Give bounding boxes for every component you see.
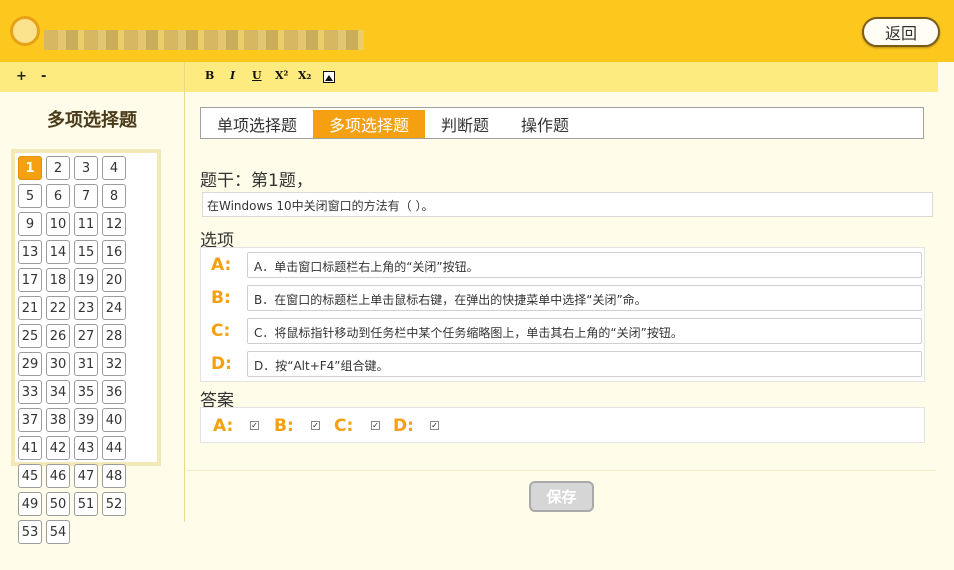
question-number-cell[interactable]: 43	[74, 436, 98, 460]
question-number-cell[interactable]: 45	[18, 464, 42, 488]
question-number-cell[interactable]: 1	[18, 156, 42, 180]
tab-question-type[interactable]: 多项选择题	[313, 110, 426, 138]
save-button[interactable]: 保存	[529, 481, 594, 512]
answer-letter: A:	[213, 416, 234, 436]
option-input[interactable]: D．按“Alt+F4”组合键。	[247, 351, 922, 377]
tab-question-type[interactable]: 操作题	[505, 110, 585, 138]
question-number-cell[interactable]: 21	[18, 296, 42, 320]
answer-checkbox[interactable]: ✓	[311, 421, 320, 430]
stem-label: 题干：第1题，	[200, 171, 313, 191]
question-type-tabs: 单项选择题 多项选择题 判断题 操作题	[200, 107, 924, 139]
question-number-cell[interactable]: 14	[46, 240, 70, 264]
option-letter: A:	[211, 255, 232, 275]
options-panel: A: A．单击窗口标题栏右上角的“关闭”按钮。 B: B．在窗口的标题栏上单击鼠标右键…	[200, 247, 925, 382]
italic-button[interactable]: I	[230, 69, 235, 85]
sidebar-divider	[184, 62, 185, 522]
tab-question-type[interactable]: 判断题	[425, 110, 505, 138]
question-number-cell[interactable]: 4	[102, 156, 126, 180]
option-letter: D:	[211, 354, 232, 374]
question-number-cell[interactable]: 42	[46, 436, 70, 460]
question-number-cell[interactable]: 53	[18, 520, 42, 544]
question-number-cell[interactable]: 10	[46, 212, 70, 236]
question-number-cell[interactable]: 49	[18, 492, 42, 516]
question-number-cell[interactable]: 50	[46, 492, 70, 516]
option-letter: C:	[211, 321, 231, 341]
question-number-cell[interactable]: 31	[74, 352, 98, 376]
question-number-cell[interactable]: 40	[102, 408, 126, 432]
question-number-cell[interactable]: 52	[102, 492, 126, 516]
answer-letter: C:	[334, 416, 354, 436]
question-number-cell[interactable]: 32	[102, 352, 126, 376]
question-number-cell[interactable]: 11	[74, 212, 98, 236]
question-number-cell[interactable]: 3	[74, 156, 98, 180]
option-letter: B:	[211, 288, 231, 308]
question-number-cell[interactable]: 7	[74, 184, 98, 208]
bold-button[interactable]: B	[205, 69, 214, 85]
question-number-cell[interactable]: 34	[46, 380, 70, 404]
underline-button[interactable]: U	[252, 69, 262, 85]
question-number-cell[interactable]: 15	[74, 240, 98, 264]
question-number-cell[interactable]: 41	[18, 436, 42, 460]
question-number-grid: 1 2 3 4 5 6 7 8 9 10 11 12 13 14 15 16 17 18 19 20 21 22 23 24 2…	[11, 149, 161, 544]
question-number-cell[interactable]: 22	[46, 296, 70, 320]
header-bar: 返回	[0, 0, 954, 62]
question-number-cell[interactable]: 19	[74, 268, 98, 292]
question-number-cell[interactable]: 23	[74, 296, 98, 320]
footer-divider	[186, 470, 936, 471]
question-number-cell[interactable]: 18	[46, 268, 70, 292]
question-number-cell[interactable]: 25	[18, 324, 42, 348]
question-number-cell[interactable]: 20	[102, 268, 126, 292]
question-number-cell[interactable]: 2	[46, 156, 70, 180]
question-number-cell[interactable]: 9	[18, 212, 42, 236]
subscript-button[interactable]: X₂	[298, 69, 311, 85]
answer-checkbox[interactable]: ✓	[371, 421, 380, 430]
question-number-cell[interactable]: 35	[74, 380, 98, 404]
question-number-cell[interactable]: 28	[102, 324, 126, 348]
question-number-cell[interactable]: 16	[102, 240, 126, 264]
answer-checkbox[interactable]: ✓	[250, 421, 259, 430]
question-number-cell[interactable]: 30	[46, 352, 70, 376]
insert-image-icon[interactable]	[323, 71, 335, 83]
answer-checkbox[interactable]: ✓	[430, 421, 439, 430]
question-number-cell[interactable]: 13	[18, 240, 42, 264]
question-number-cell[interactable]: 46	[46, 464, 70, 488]
question-number-cell[interactable]: 6	[46, 184, 70, 208]
question-number-cell[interactable]: 39	[74, 408, 98, 432]
question-number-cell[interactable]: 54	[46, 520, 70, 544]
superscript-button[interactable]: X²	[275, 69, 288, 85]
back-button[interactable]: 返回	[862, 17, 940, 47]
app-logo	[4, 16, 42, 50]
zoom-out-button[interactable]: -	[41, 69, 46, 84]
question-number-cell[interactable]: 36	[102, 380, 126, 404]
editor-toolbar: + -	[0, 62, 938, 92]
tab-question-type[interactable]: 单项选择题	[201, 110, 313, 138]
question-number-cell[interactable]: 12	[102, 212, 126, 236]
question-number-cell[interactable]: 29	[18, 352, 42, 376]
blurred-app-title	[44, 30, 364, 50]
option-input[interactable]: C．将鼠标指针移动到任务栏中某个任务缩略图上，单击其右上角的“关闭”按钮。	[247, 318, 922, 344]
answer-letter: D:	[393, 416, 414, 436]
question-number-cell[interactable]: 44	[102, 436, 126, 460]
zoom-in-button[interactable]: +	[16, 69, 27, 84]
question-number-cell[interactable]: 24	[102, 296, 126, 320]
question-number-cell[interactable]: 17	[18, 268, 42, 292]
question-number-cell[interactable]: 5	[18, 184, 42, 208]
answer-panel: A: ✓ B: ✓ C: ✓ D: ✓	[200, 407, 925, 443]
question-number-cell[interactable]: 27	[74, 324, 98, 348]
question-number-cell[interactable]: 8	[102, 184, 126, 208]
question-number-cell[interactable]: 37	[18, 408, 42, 432]
question-number-cell[interactable]: 47	[74, 464, 98, 488]
question-number-cell[interactable]: 38	[46, 408, 70, 432]
stem-input[interactable]: 在Windows 10中关闭窗口的方法有（ ）。	[202, 192, 933, 217]
option-input[interactable]: B．在窗口的标题栏上单击鼠标右键，在弹出的快捷菜单中选择“关闭”命。	[247, 285, 922, 311]
question-number-cell[interactable]: 51	[74, 492, 98, 516]
sidebar-title: 多项选择题	[47, 110, 137, 131]
question-number-cell[interactable]: 48	[102, 464, 126, 488]
answer-letter: B:	[274, 416, 294, 436]
question-number-cell[interactable]: 33	[18, 380, 42, 404]
option-input[interactable]: A．单击窗口标题栏右上角的“关闭”按钮。	[247, 252, 922, 278]
question-number-cell[interactable]: 26	[46, 324, 70, 348]
